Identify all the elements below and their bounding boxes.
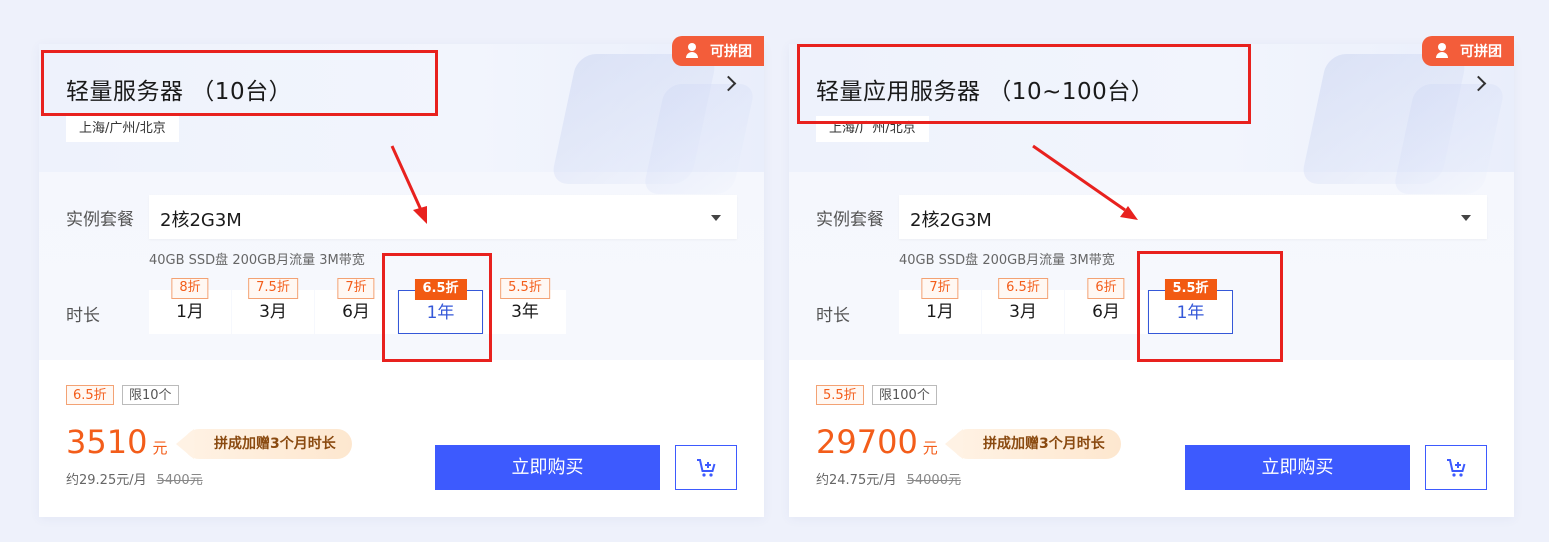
price: 3510 元	[66, 423, 167, 461]
monthly-price-value: 约29.25元/月	[66, 473, 147, 488]
card-title[interactable]: 轻量应用服务器 （10~100台）	[816, 72, 1154, 106]
package-label: 实例套餐	[66, 210, 134, 230]
package-spec: 40GB SSD盘 200GB月流量 3M带宽	[149, 253, 365, 268]
package-spec: 40GB SSD盘 200GB月流量 3M带宽	[899, 253, 1115, 268]
caret-down-icon	[1461, 215, 1471, 221]
discount-pill: 6.5折	[66, 385, 114, 405]
duration-option-6-months[interactable]: 6折 6月	[1065, 278, 1147, 334]
package-select-value: 2核2G3M	[910, 210, 992, 231]
discount-tag: 6折	[1087, 278, 1125, 299]
group-buy-badge-label: 可拼团	[1460, 44, 1502, 60]
buy-now-button[interactable]: 立即购买	[1185, 445, 1410, 490]
duration-option-label: 1年	[1176, 303, 1205, 323]
price-value: 29700	[816, 423, 918, 461]
duration-option-label: 6月	[1092, 302, 1120, 322]
buy-now-button[interactable]: 立即购买	[435, 445, 660, 490]
discount-tag: 6.5折	[998, 278, 1048, 299]
limit-pill: 限10个	[122, 385, 179, 405]
monthly-price-value: 约24.75元/月	[816, 473, 897, 488]
duration-option-1-month[interactable]: 8折 1月	[149, 278, 231, 334]
original-price: 5400元	[156, 473, 203, 488]
duration-option-1-year[interactable]: 6.5折 1年	[398, 279, 483, 334]
cart-add-icon	[1447, 459, 1466, 477]
duration-options: 8折 1月 7.5折 3月 7折 6月 6.5折 1年 5.5折 3年	[149, 278, 567, 334]
price-unit: 元	[152, 439, 168, 457]
price-value: 3510	[66, 423, 148, 461]
product-card-lightweight-app-server: 可拼团 轻量应用服务器 （10~100台） 上海/广州/北京 实例套餐 2核2G…	[789, 36, 1514, 517]
caret-down-icon	[711, 215, 721, 221]
discount-tag: 5.5折	[1164, 279, 1217, 300]
duration-option-3-months[interactable]: 7.5折 3月	[232, 278, 314, 334]
price: 29700 元	[816, 423, 938, 461]
monthly-price: 约24.75元/月 54000元	[816, 469, 961, 488]
duration-options: 7折 1月 6.5折 3月 6折 6月 5.5折 1年	[899, 278, 1234, 334]
package-select[interactable]: 2核2G3M	[149, 195, 737, 239]
duration-option-3-years[interactable]: 5.5折 3年	[484, 278, 566, 334]
add-to-cart-button[interactable]	[675, 445, 737, 490]
group-buy-badge: 可拼团	[672, 36, 764, 66]
users-icon	[686, 43, 704, 59]
price-unit: 元	[922, 439, 938, 457]
discount-tag: 8折	[171, 278, 209, 299]
package-select-value: 2核2G3M	[160, 210, 242, 231]
monthly-price: 约29.25元/月 5400元	[66, 469, 203, 488]
region-tag: 上海/广州/北京	[816, 116, 929, 142]
cart-add-icon	[697, 459, 716, 477]
duration-option-6-months[interactable]: 7折 6月	[315, 278, 397, 334]
add-to-cart-button[interactable]	[1425, 445, 1487, 490]
package-select[interactable]: 2核2G3M	[899, 195, 1487, 239]
promo-banner: 拼成加赠3个月时长	[945, 429, 1121, 459]
discount-tag: 7折	[921, 278, 959, 299]
limit-pill: 限100个	[872, 385, 937, 405]
duration-option-label: 3年	[511, 302, 539, 322]
duration-option-3-months[interactable]: 6.5折 3月	[982, 278, 1064, 334]
region-tag: 上海/广州/北京	[66, 116, 179, 142]
original-price: 54000元	[906, 473, 961, 488]
discount-tag: 7.5折	[248, 278, 298, 299]
duration-option-1-month[interactable]: 7折 1月	[899, 278, 981, 334]
duration-option-label: 1月	[176, 302, 204, 322]
discount-pill: 5.5折	[816, 385, 864, 405]
duration-option-label: 3月	[259, 302, 287, 322]
group-buy-badge-label: 可拼团	[710, 44, 752, 60]
card-title[interactable]: 轻量服务器 （10台）	[66, 72, 292, 106]
duration-option-label: 1月	[926, 302, 954, 322]
discount-tag: 6.5折	[414, 279, 467, 300]
discount-tag: 7折	[337, 278, 375, 299]
duration-option-1-year[interactable]: 5.5折 1年	[1148, 279, 1233, 334]
group-buy-badge: 可拼团	[1422, 36, 1514, 66]
discount-tag: 5.5折	[500, 278, 550, 299]
duration-label: 时长	[66, 306, 100, 326]
duration-label: 时长	[816, 306, 850, 326]
promo-banner: 拼成加赠3个月时长	[176, 429, 352, 459]
duration-option-label: 3月	[1009, 302, 1037, 322]
users-icon	[1436, 43, 1454, 59]
duration-option-label: 6月	[342, 302, 370, 322]
product-card-lightweight-server: 可拼团 轻量服务器 （10台） 上海/广州/北京 实例套餐 2核2G3M 40G…	[39, 36, 764, 517]
duration-option-label: 1年	[426, 303, 455, 323]
package-label: 实例套餐	[816, 210, 884, 230]
